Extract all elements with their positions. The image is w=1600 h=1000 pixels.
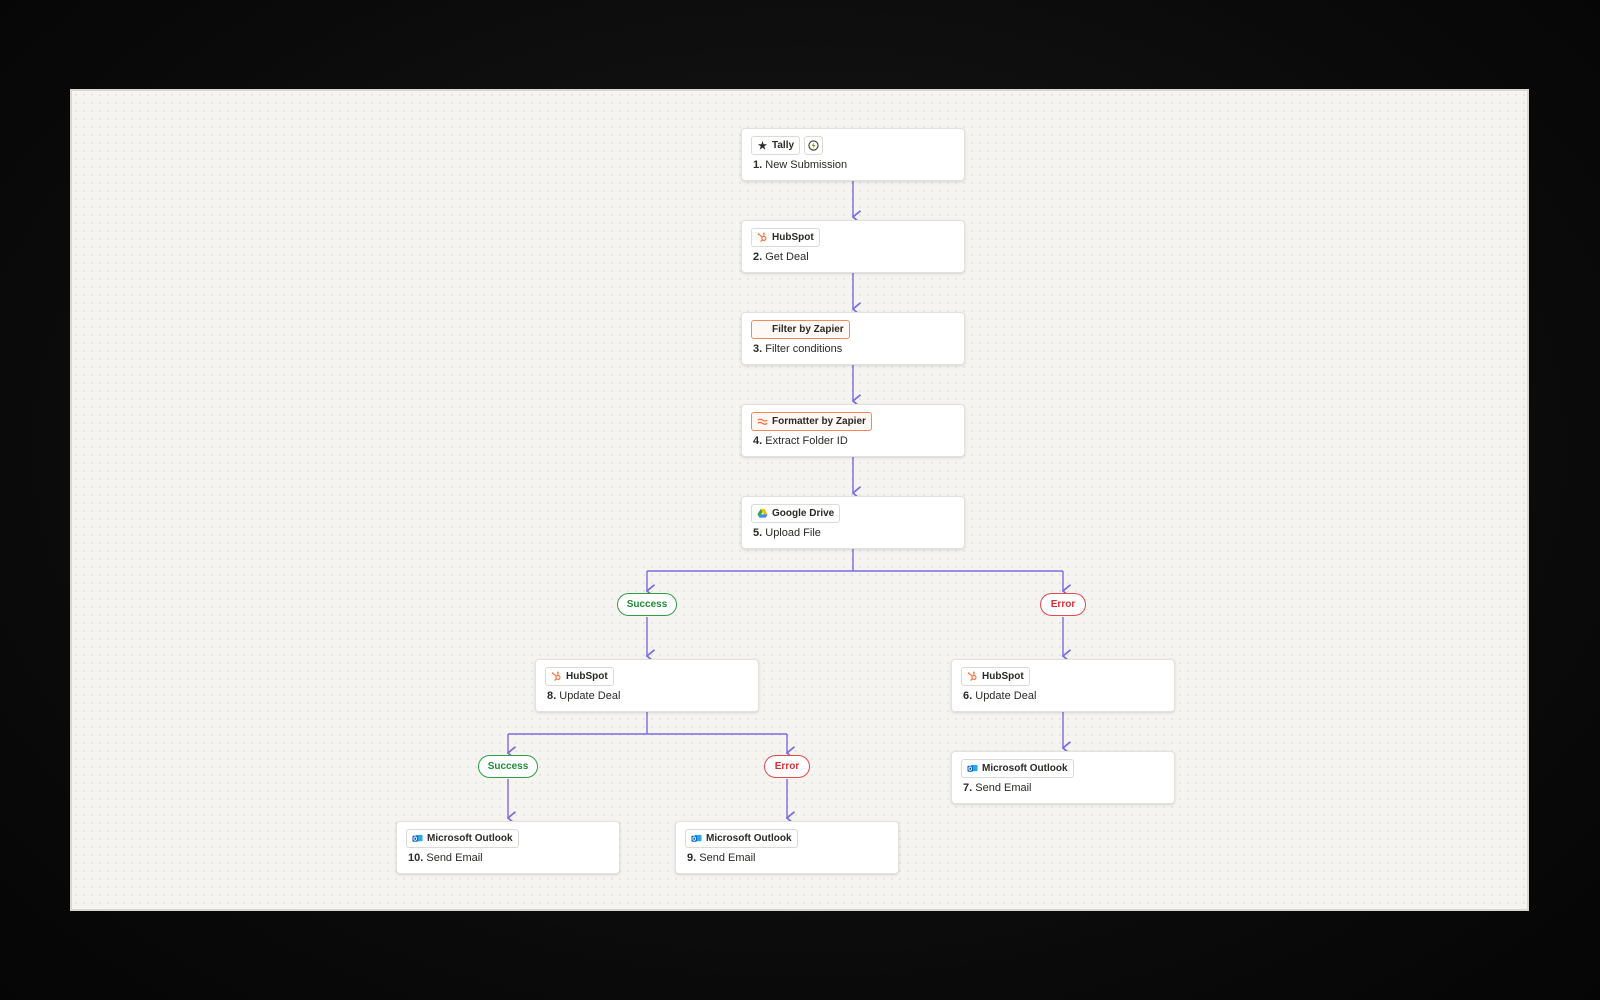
step-title: 5. Upload File — [753, 527, 821, 539]
step-title: 6. Update Deal — [963, 690, 1037, 702]
step-node-8[interactable]: HubSpot 8. Update Deal — [535, 659, 759, 712]
step-title: 7. Send Email — [963, 782, 1032, 794]
connector-5-branch — [647, 549, 1063, 572]
workflow-canvas[interactable]: Tally 1. New Submission HubSpot 2. Get D… — [70, 89, 1529, 911]
step-node-5[interactable]: Google Drive 5. Upload File — [741, 496, 965, 549]
app-pill: HubSpot — [751, 228, 820, 247]
connector-8-branch — [508, 712, 787, 735]
formatter-icon — [757, 418, 768, 425]
hubspot-icon — [757, 232, 767, 242]
step-node-3[interactable]: Filter by Zapier 3. Filter conditions — [741, 312, 965, 365]
app-pill: HubSpot — [961, 667, 1030, 686]
app-pill: Google Drive — [751, 504, 841, 523]
app-pill: Filter by Zapier — [751, 320, 850, 339]
step-node-10[interactable]: Microsoft Outlook 10. Send Email — [396, 821, 620, 874]
tally-star-icon — [757, 140, 768, 150]
step-node-7[interactable]: Microsoft Outlook 7. Send Email — [951, 751, 1175, 804]
branch-error-badge[interactable]: Error — [764, 755, 810, 778]
hubspot-icon — [967, 671, 977, 681]
outlook-icon — [412, 834, 423, 842]
filter-icon — [757, 324, 768, 335]
outlook-icon — [691, 834, 702, 842]
trigger-icon — [804, 136, 824, 155]
app-pill: Microsoft Outlook — [406, 829, 519, 848]
step-node-1[interactable]: Tally 1. New Submission — [741, 128, 965, 181]
app-pill: Tally — [751, 136, 801, 155]
step-title: 1. New Submission — [753, 159, 848, 171]
step-title: 2. Get Deal — [753, 251, 809, 263]
app-pill: Formatter by Zapier — [751, 412, 872, 431]
branch-success-badge[interactable]: Success — [617, 593, 677, 616]
step-title: 10. Send Email — [408, 852, 483, 864]
step-node-4[interactable]: Formatter by Zapier 4. Extract Folder ID — [741, 404, 965, 457]
step-node-9[interactable]: Microsoft Outlook 9. Send Email — [675, 821, 899, 874]
step-title: 3. Filter conditions — [753, 343, 843, 355]
app-pill: HubSpot — [545, 667, 614, 686]
branch-error-badge[interactable]: Error — [1040, 593, 1086, 616]
outlook-icon — [967, 764, 978, 772]
step-node-2[interactable]: HubSpot 2. Get Deal — [741, 220, 965, 273]
step-title: 4. Extract Folder ID — [753, 435, 848, 447]
app-pill: Microsoft Outlook — [685, 829, 798, 848]
branch-success-badge[interactable]: Success — [478, 755, 538, 778]
google-drive-icon — [757, 508, 768, 518]
step-title: 9. Send Email — [687, 852, 756, 864]
hubspot-icon — [551, 671, 561, 681]
step-title: 8. Update Deal — [547, 690, 621, 702]
app-pill: Microsoft Outlook — [961, 759, 1074, 778]
step-node-6[interactable]: HubSpot 6. Update Deal — [951, 659, 1175, 712]
